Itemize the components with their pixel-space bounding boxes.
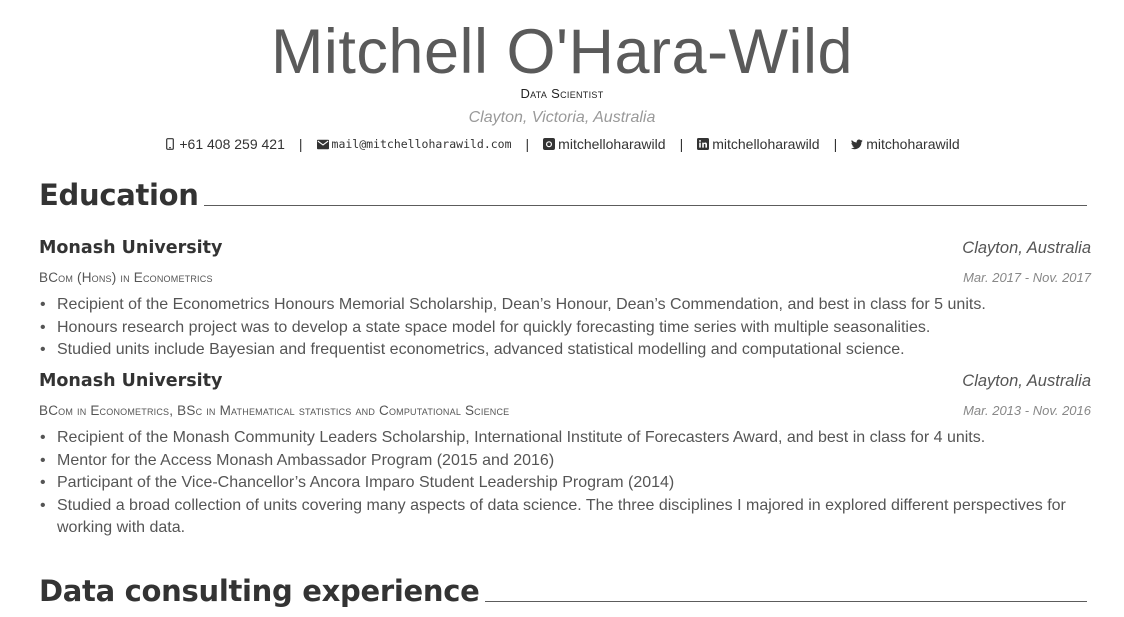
section-title: Data consulting experience: [39, 574, 480, 608]
entry-dates: Mar. 2013 - Nov. 2016: [963, 403, 1091, 418]
contact-linkedin-text[interactable]: mitchelloharawild: [712, 136, 819, 152]
entry-location: Clayton, Australia: [962, 239, 1091, 257]
entry-degree: BCom in Econometrics, BSc in Mathematica…: [39, 403, 510, 418]
contact-github-text[interactable]: mitchelloharawild: [558, 136, 665, 152]
contact-bar: +61 408 259 421 | mail@mitchelloharawild…: [0, 134, 1124, 154]
contact-separator: |: [298, 136, 303, 152]
list-item: Participant of the Vice-Chancellor’s Anc…: [39, 472, 1093, 495]
section-education: Education: [39, 178, 1087, 212]
entry-bullets: Recipient of the Monash Community Leader…: [39, 427, 1093, 540]
contact-phone-text: +61 408 259 421: [179, 136, 285, 152]
entry-header: Monash University Clayton, Australia: [39, 371, 1091, 391]
section-title: Education: [39, 178, 199, 212]
resume-page: Mitchell O'Hara-Wild Data Scientist Clay…: [0, 0, 1124, 617]
list-item: Recipient of the Econometrics Honours Me…: [39, 294, 1093, 317]
entry-subheader: BCom (Hons) in Econometrics Mar. 2017 - …: [39, 270, 1091, 285]
contact-separator: |: [679, 136, 684, 152]
contact-linkedin[interactable]: mitchelloharawild: [697, 136, 820, 152]
entry-degree: BCom (Hons) in Econometrics: [39, 270, 213, 285]
contact-email-text[interactable]: mail@mitchelloharawild.com: [332, 137, 512, 151]
section-data-consulting: Data consulting experience: [39, 574, 1087, 608]
contact-twitter[interactable]: mitchoharawild: [851, 136, 960, 152]
entry-location: Clayton, Australia: [962, 372, 1091, 390]
resume-address: Clayton, Victoria, Australia: [468, 109, 656, 126]
linkedin-icon: [697, 138, 710, 150]
twitter-icon: [851, 138, 863, 150]
list-item: Studied a broad collection of units cove…: [39, 495, 1093, 540]
list-item: Mentor for the Access Monash Ambassador …: [39, 450, 1093, 473]
envelope-icon: [316, 138, 329, 150]
contact-twitter-text[interactable]: mitchoharawild: [866, 136, 959, 152]
entry-bullets: Recipient of the Econometrics Honours Me…: [39, 294, 1093, 362]
section-divider: [203, 205, 1087, 206]
list-item: Studied units include Bayesian and frequ…: [39, 339, 1093, 362]
contact-separator: |: [833, 136, 838, 152]
github-icon: [543, 138, 556, 150]
entry-institution: Monash University: [39, 371, 223, 391]
resume-name: Mitchell O'Hara-Wild: [270, 17, 854, 87]
contact-phone: +61 408 259 421: [164, 136, 285, 152]
entry-dates: Mar. 2017 - Nov. 2017: [963, 270, 1091, 285]
contact-email[interactable]: mail@mitchelloharawild.com: [316, 137, 512, 151]
entry-subheader: BCom in Econometrics, BSc in Mathematica…: [39, 403, 1091, 418]
section-divider: [484, 601, 1087, 602]
resume-position: Data Scientist: [520, 86, 604, 101]
list-item: Honours research project was to develop …: [39, 317, 1093, 340]
mobile-phone-icon: [164, 138, 176, 150]
contact-github[interactable]: mitchelloharawild: [543, 136, 666, 152]
contact-separator: |: [525, 136, 530, 152]
list-item: Recipient of the Monash Community Leader…: [39, 427, 1093, 450]
entry-institution: Monash University: [39, 238, 223, 258]
entry-header: Monash University Clayton, Australia: [39, 238, 1091, 258]
